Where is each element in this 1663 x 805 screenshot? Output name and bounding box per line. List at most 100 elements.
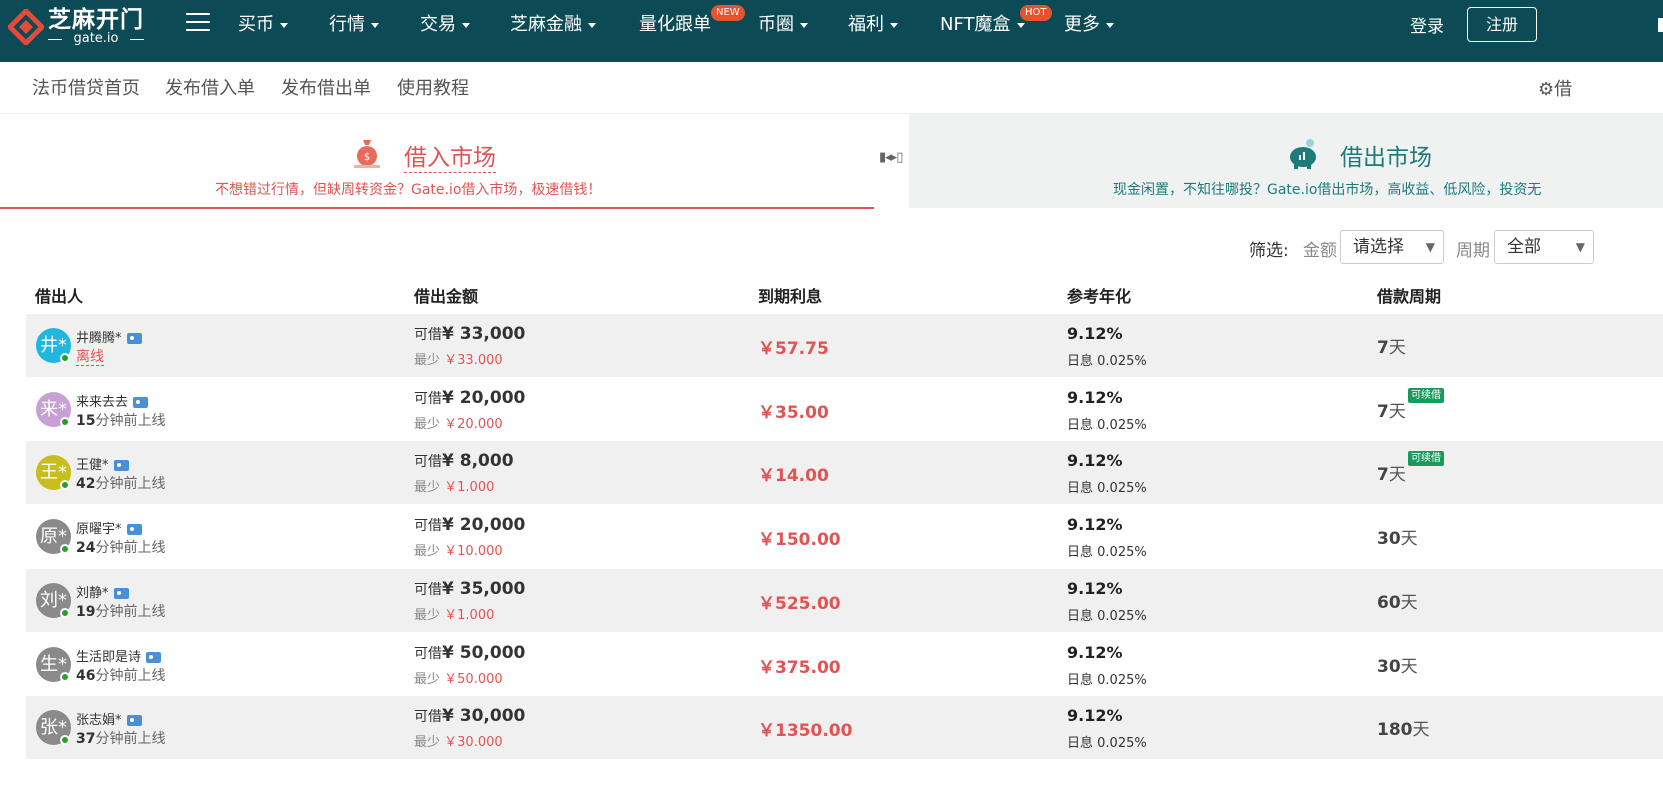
amount-value: ¥ 50,000 [442, 642, 526, 663]
period-select-value: 全部 [1507, 237, 1541, 257]
nav-item-label: 芝麻金融 [510, 14, 582, 35]
nav-item-4[interactable]: 量化跟单 NEW [639, 5, 745, 36]
nav-item-label: NFT魔盒 [940, 14, 1011, 35]
collapse-icon[interactable]: ▮◂▸▯ [879, 150, 903, 165]
available-amount: 可借¥ 20,000 [414, 515, 525, 535]
chevron-down-icon [800, 22, 808, 28]
svg-text:$: $ [364, 152, 370, 163]
table-row[interactable]: 原* 原曜宇* 24分钟前上线 可借¥ 20,000 最少 ￥10.000 ￥1… [26, 505, 1663, 568]
subnav-lending-home[interactable]: 法币借贷首页 [32, 74, 140, 100]
amount-select[interactable]: 请选择 ▼ [1340, 230, 1444, 264]
logo-chinese-text: 芝麻开门 [48, 7, 144, 33]
min-value: ￥1.000 [444, 480, 495, 496]
period-number: 7 [1377, 465, 1389, 486]
status-text: 分钟前上线 [95, 667, 166, 684]
subnav-post-borrow[interactable]: 发布借入单 [165, 74, 255, 100]
chevron-down-icon [371, 22, 379, 28]
lender-name[interactable]: 生活即是诗 [76, 646, 162, 665]
lender-name[interactable]: 王健* [76, 454, 129, 473]
tab-lend-market[interactable]: 借出市场 现金闲置，不知往哪投？Gate.io借出市场，高收益、低风险，投资无 [909, 114, 1663, 208]
lender-status: 37分钟前上线 [76, 728, 165, 748]
nav-item-8[interactable]: 更多 [1064, 10, 1114, 36]
table-row[interactable]: 来* 来来去去 15分钟前上线 可借¥ 20,000 最少 ￥20.000 ￥3… [26, 378, 1663, 441]
id-card-icon [133, 396, 149, 408]
nav-item-0[interactable]: 买币 [238, 10, 288, 36]
table-row[interactable]: 刘* 刘静* 19分钟前上线 可借¥ 35,000 最少 ￥1.000 ￥525… [26, 568, 1663, 632]
daily-label: 日息 [1067, 417, 1094, 433]
lender-name[interactable]: 张志娟* [76, 709, 142, 728]
online-status-icon [60, 353, 70, 363]
daily-value: 0.025% [1097, 354, 1147, 369]
chevron-down-icon [890, 22, 898, 28]
gate-logo[interactable]: 芝麻开门 gate.io [6, 6, 144, 48]
nav-item-label: 更多 [1064, 14, 1100, 35]
borrow-market-subtitle: 不想错过行情，但缺周转资金？Gate.io借入市场，极速借钱！ [215, 182, 602, 198]
sub-nav: 法币借贷首页 发布借入单 发布借出单 使用教程 ⚙借 [0, 62, 1663, 114]
daily-value: 0.025% [1097, 736, 1147, 752]
subnav-tutorial[interactable]: 使用教程 [397, 74, 469, 100]
table-row[interactable]: 王* 王健* 42分钟前上线 可借¥ 8,000 最少 ￥1.000 ￥14.0… [26, 441, 1663, 505]
subnav-post-lend[interactable]: 发布借出单 [281, 74, 371, 100]
tab-borrow-market[interactable]: $ 借入市场 不想错过行情，但缺周转资金？Gate.io借入市场，极速借钱！ [0, 114, 874, 209]
gate-logo-icon [6, 7, 46, 47]
nav-item-6[interactable]: 福利 [848, 10, 898, 36]
table-row[interactable]: 井* 井腾腾* 离线 可借¥ 33,000 最少 ￥33.000 ￥57.75 … [26, 314, 1663, 377]
nav-item-3[interactable]: 芝麻金融 [510, 10, 596, 36]
available-amount: 可借¥ 30,000 [414, 706, 525, 726]
lend-market-title: 借出市场 [1340, 145, 1432, 171]
id-card-icon [146, 651, 162, 663]
table-row[interactable]: 生* 生活即是诗 46分钟前上线 可借¥ 50,000 最少 ￥50.000 ￥… [26, 633, 1663, 696]
lender-name-text: 原曜宇* [76, 522, 122, 538]
lender-name-text: 张志娟* [76, 713, 122, 729]
online-status-icon [60, 735, 70, 746]
period-unit: 天 [1388, 465, 1406, 486]
annual-rate: 9.12% [1067, 706, 1123, 726]
period-unit: 天 [1388, 401, 1406, 422]
available-amount: 可借¥ 50,000 [414, 643, 525, 663]
annual-rate: 9.12% [1067, 387, 1123, 407]
min-value: ￥30.000 [444, 735, 503, 751]
table-row[interactable]: 张* 张志娟* 37分钟前上线 可借¥ 30,000 最少 ￥30.000 ￥1… [26, 696, 1663, 760]
cutoff-icon [1658, 18, 1663, 32]
daily-rate: 日息 0.025% [1067, 669, 1147, 688]
login-link[interactable]: 登录 [1410, 12, 1444, 37]
period-select[interactable]: 全部 ▼ [1494, 230, 1594, 264]
status-text: 分钟前上线 [95, 731, 166, 748]
lender-name[interactable]: 来来去去 [76, 391, 149, 410]
online-status-icon [60, 416, 70, 427]
online-status-icon [60, 671, 70, 682]
settings-link[interactable]: ⚙借 [1538, 75, 1572, 101]
minimum-amount: 最少 ￥1.000 [414, 604, 494, 623]
lend-market-subtitle: 现金闲置，不知往哪投？Gate.io借出市场，高收益、低风险，投资无 [1113, 182, 1542, 198]
nav-item-label: 币圈 [758, 14, 794, 35]
lender-name[interactable]: 井腾腾* [76, 327, 142, 346]
lender-status: 15分钟前上线 [76, 410, 165, 430]
min-value: ￥1.000 [444, 607, 495, 623]
register-button[interactable]: 注册 [1467, 7, 1537, 42]
status-text: 分钟前上线 [95, 603, 166, 620]
nav-item-2[interactable]: 交易 [420, 10, 470, 36]
nav-item-7[interactable]: NFT魔盒 HOT [940, 5, 1052, 36]
top-navbar: 芝麻开门 gate.io 买币 行情 交易 芝麻金融 量化跟单 NEW 币圈 福利 NFT魔盒 H… [0, 0, 1663, 62]
lender-name-text: 王健* [76, 458, 109, 474]
period-number: 7 [1377, 401, 1389, 422]
lender-name[interactable]: 刘静* [76, 582, 129, 601]
minimum-amount: 最少 ￥33.000 [414, 349, 503, 368]
nav-item-5[interactable]: 币圈 [758, 10, 808, 36]
available-amount: 可借¥ 20,000 [414, 388, 525, 408]
loan-period: 7天 [1377, 460, 1406, 485]
nav-item-1[interactable]: 行情 [329, 10, 379, 36]
daily-label: 日息 [1067, 672, 1094, 688]
nav-item-label: 量化跟单 [639, 14, 711, 35]
lender-name[interactable]: 原曜宇* [76, 518, 142, 537]
minimum-amount: 最少 ￥1.000 [414, 476, 494, 495]
interest-value: ￥35.00 [758, 402, 829, 423]
minimum-amount: 最少 ￥10.000 [414, 540, 503, 559]
interest-value: ￥375.00 [758, 657, 841, 678]
min-label: 最少 [414, 480, 441, 496]
period-unit: 天 [1400, 656, 1418, 677]
minimum-amount: 最少 ￥20.000 [414, 413, 503, 432]
daily-rate: 日息 0.025% [1067, 477, 1147, 496]
lender-name-text: 来来去去 [76, 394, 129, 410]
menu-icon[interactable] [186, 13, 210, 33]
